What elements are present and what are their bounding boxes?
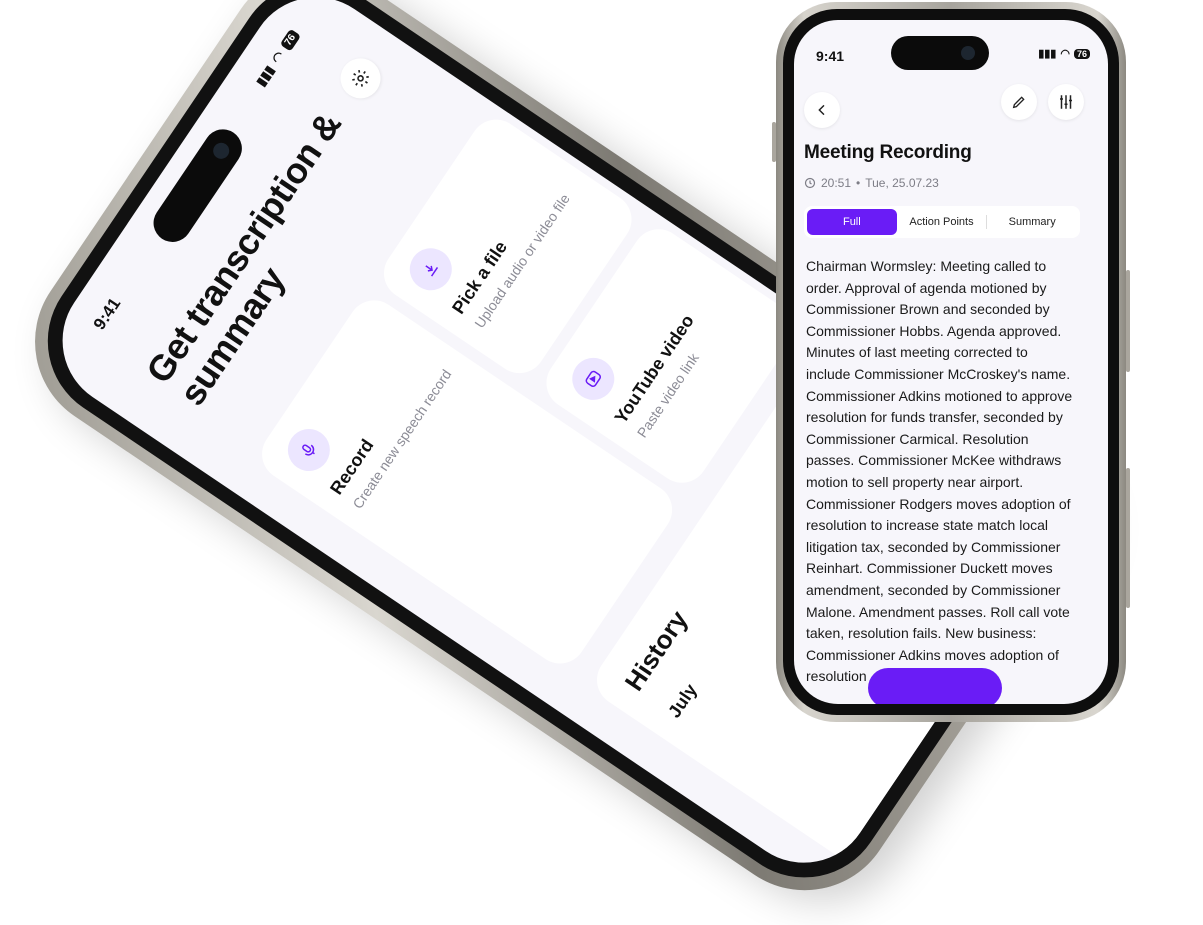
- right-phone-bezel: 9:41 ▮▮▮ ◠ 76 Meeting Recording 20:51 •: [783, 9, 1119, 715]
- recording-time: 20:51: [821, 176, 852, 190]
- side-button: [1126, 270, 1130, 372]
- tab-summary[interactable]: Summary: [987, 209, 1077, 235]
- recording-meta: 20:51 • Tue, 25.07.23: [804, 176, 939, 190]
- wifi-icon: ◠: [1060, 48, 1070, 60]
- transcript-text: Chairman Wormsley: Meeting called to ord…: [806, 258, 1073, 685]
- dynamic-island: [891, 36, 989, 70]
- battery-icon: 76: [279, 28, 301, 52]
- status-icons: ▮▮▮ ◠ 76: [253, 27, 302, 89]
- signal-icon: ▮▮▮: [1038, 48, 1057, 60]
- recording-date: Tue, 25.07.23: [865, 176, 939, 190]
- gear-icon: [352, 69, 369, 87]
- status-icons: ▮▮▮ ◠ 76: [1038, 47, 1090, 60]
- battery-icon: 76: [1073, 48, 1090, 59]
- tab-action-points[interactable]: Action Points: [897, 209, 987, 235]
- status-time: 9:41: [816, 48, 845, 64]
- wifi-icon: ◠: [268, 48, 288, 67]
- camera-icon: [210, 139, 233, 162]
- status-time: 9:41: [89, 294, 125, 334]
- adjust-button[interactable]: [1048, 84, 1084, 120]
- chevron-left-icon: [818, 104, 825, 116]
- edit-button[interactable]: [1001, 84, 1037, 120]
- sliders-icon: [1060, 95, 1072, 109]
- back-button[interactable]: [804, 92, 840, 128]
- meta-separator: •: [856, 176, 861, 190]
- recording-title: Meeting Recording: [804, 142, 972, 163]
- right-phone: 9:41 ▮▮▮ ◠ 76 Meeting Recording 20:51 •: [772, 2, 1130, 722]
- clock-icon: [804, 177, 816, 189]
- tab-full[interactable]: Full: [807, 209, 897, 235]
- microphone-icon: [279, 420, 339, 480]
- transcript-tabs: Full Action Points Summary: [804, 206, 1080, 238]
- download-icon: [401, 240, 460, 299]
- recording-screen: 9:41 ▮▮▮ ◠ 76 Meeting Recording 20:51 •: [794, 20, 1108, 704]
- side-button: [1126, 468, 1130, 608]
- pencil-icon: [1012, 96, 1025, 109]
- side-button: [772, 122, 776, 162]
- signal-icon: ▮▮▮: [252, 62, 278, 89]
- floating-action-button[interactable]: [868, 668, 1002, 704]
- play-icon: [564, 349, 623, 409]
- camera-icon: [961, 46, 975, 60]
